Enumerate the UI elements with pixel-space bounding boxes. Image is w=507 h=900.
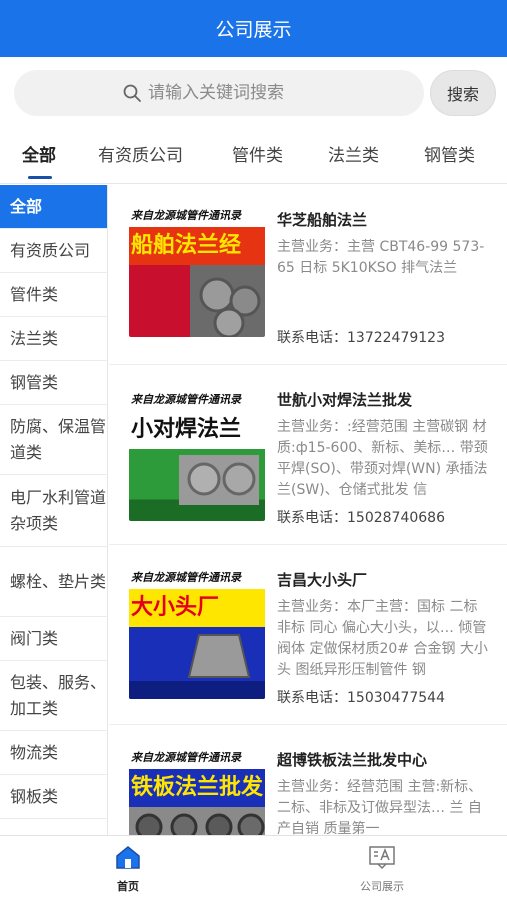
company-description: 主营业务：:经营范围 主营碳钢 材质:ф15-600、新标、美标… 带颈平焊(S… — [277, 419, 488, 498]
sidebar-item-flanges[interactable]: 法兰类 — [0, 317, 107, 361]
thumb-photo — [129, 807, 265, 835]
company-card[interactable]: 来自龙源城管件通讯录 铁板法兰批发 超博铁板法兰批发中心 主营业务：经营范围 主… — [109, 725, 507, 835]
reducer-image — [129, 634, 265, 699]
tab-fittings[interactable]: 管件类 — [232, 141, 283, 166]
company-name: 吉昌大小头厂 — [277, 571, 368, 589]
sidebar-item-all[interactable]: 全部 — [0, 185, 107, 229]
company-card[interactable]: 来自龙源城管件通讯录 大小头厂 吉昌大小头厂 主营业务：本厂主营：国标 二标 非… — [109, 545, 507, 725]
sidebar-item-bolts-gaskets[interactable]: 螺栓、垫片类 — [0, 547, 107, 617]
company-thumbnail: 来自龙源城管件通讯录 铁板法兰批发 — [129, 747, 265, 835]
sidebar-item-steel-plates[interactable]: 钢板类 — [0, 775, 107, 819]
search-box[interactable] — [14, 70, 424, 116]
company-phone: 联系电话：13722479123 — [277, 330, 445, 346]
tab-steel-pipes[interactable]: 钢管类 — [424, 141, 475, 166]
company-card[interactable]: 来自龙源城管件通讯录 小对焊法兰 世航小对焊法兰批发 主营业务：:经营范围 主营… — [109, 365, 507, 545]
thumb-photo — [129, 449, 265, 521]
thumb-title-text: 铁板法兰批发 — [129, 769, 265, 807]
sidebar-item-logistics[interactable]: 物流类 — [0, 731, 107, 775]
tab-all[interactable]: 全部 — [22, 141, 56, 166]
sidebar-item-qualified-companies[interactable]: 有资质公司 — [0, 229, 107, 273]
flange-stack-image — [199, 277, 261, 337]
flange-stack-image — [135, 813, 265, 835]
company-name: 华芝船舶法兰 — [277, 211, 368, 229]
company-name: 世航小对焊法兰批发 — [277, 391, 413, 409]
sidebar-item-power-plant[interactable]: 电厂水利管道杂项类 — [0, 475, 107, 547]
search-icon — [123, 84, 141, 102]
company-list: 来自龙源城管件通讯录 船舶法兰经 华芝船舶法兰 主营业务：主营 CBT46-99… — [109, 185, 507, 835]
company-card[interactable]: 来自龙源城管件通讯录 船舶法兰经 华芝船舶法兰 主营业务：主营 CBT46-99… — [109, 185, 507, 365]
company-phone: 联系电话：15028740686 — [277, 510, 445, 526]
search-button[interactable]: 搜索 — [430, 70, 496, 116]
company-thumbnail: 来自龙源城管件通讯录 船舶法兰经 — [129, 205, 265, 337]
nav-company-display-label: 公司展示 — [360, 880, 404, 893]
sidebar-item-anticorrosion[interactable]: 防腐、保温管道类 — [0, 405, 107, 475]
home-icon — [116, 846, 140, 869]
sidebar-item-fittings[interactable]: 管件类 — [0, 273, 107, 317]
flange-stack-image — [179, 455, 259, 505]
company-thumbnail: 来自龙源城管件通讯录 大小头厂 — [129, 567, 265, 699]
category-tabs: 全部 有资质公司 管件类 法兰类 钢管类 — [0, 129, 507, 184]
company-phone: 联系电话：15030477544 — [277, 690, 445, 706]
page-title: 公司展示 — [215, 19, 292, 41]
thumb-header-text: 来自龙源城管件通讯录 — [129, 747, 265, 769]
tab-qualified-companies[interactable]: 有资质公司 — [98, 141, 183, 166]
company-thumbnail: 来自龙源城管件通讯录 小对焊法兰 — [129, 389, 265, 521]
thumb-title-text: 小对焊法兰 — [129, 411, 265, 449]
thumb-photo — [129, 265, 265, 337]
company-description: 主营业务：本厂主营：国标 二标 非标 同心 偏心大小头，以… 倾管 阀体 定做保… — [277, 599, 488, 678]
company-name: 超博铁板法兰批发中心 — [277, 751, 428, 769]
category-sidebar: 全部 有资质公司 管件类 法兰类 钢管类 防腐、保温管道类 电厂水利管道杂项类 … — [0, 185, 108, 835]
sidebar-item-valves[interactable]: 阀门类 — [0, 617, 107, 661]
sidebar-item-packaging-services[interactable]: 包装、服务、加工类 — [0, 661, 107, 731]
thumb-title-text: 大小头厂 — [129, 589, 265, 627]
thumb-header-text: 来自龙源城管件通讯录 — [129, 205, 265, 227]
thumb-title-text: 船舶法兰经 — [129, 227, 265, 265]
thumb-photo — [129, 627, 265, 699]
company-description: 主营业务：主营 CBT46-99 573-65 日标 5K10KSO 排气法兰 — [277, 239, 485, 276]
thumb-header-text: 来自龙源城管件通讯录 — [129, 389, 265, 411]
thumb-header-text: 来自龙源城管件通讯录 — [129, 567, 265, 589]
app-header: 公司展示 — [0, 0, 507, 57]
company-display-icon — [369, 846, 395, 870]
search-input[interactable] — [148, 70, 408, 116]
sidebar-item-steel-pipes[interactable]: 钢管类 — [0, 361, 107, 405]
search-bar: 搜索 — [0, 57, 507, 129]
nav-home-label: 首页 — [117, 880, 139, 893]
bottom-navigation: 首页 公司展示 — [0, 835, 507, 900]
active-tab-indicator — [28, 176, 52, 179]
tab-flanges[interactable]: 法兰类 — [328, 141, 379, 166]
nav-company-display[interactable]: 公司展示 — [337, 844, 427, 894]
company-description: 主营业务：经营范围 主营:新标、二标、非标及订做异型法… 兰 自产自销 质量第一 — [277, 779, 483, 835]
nav-home[interactable]: 首页 — [83, 844, 173, 894]
